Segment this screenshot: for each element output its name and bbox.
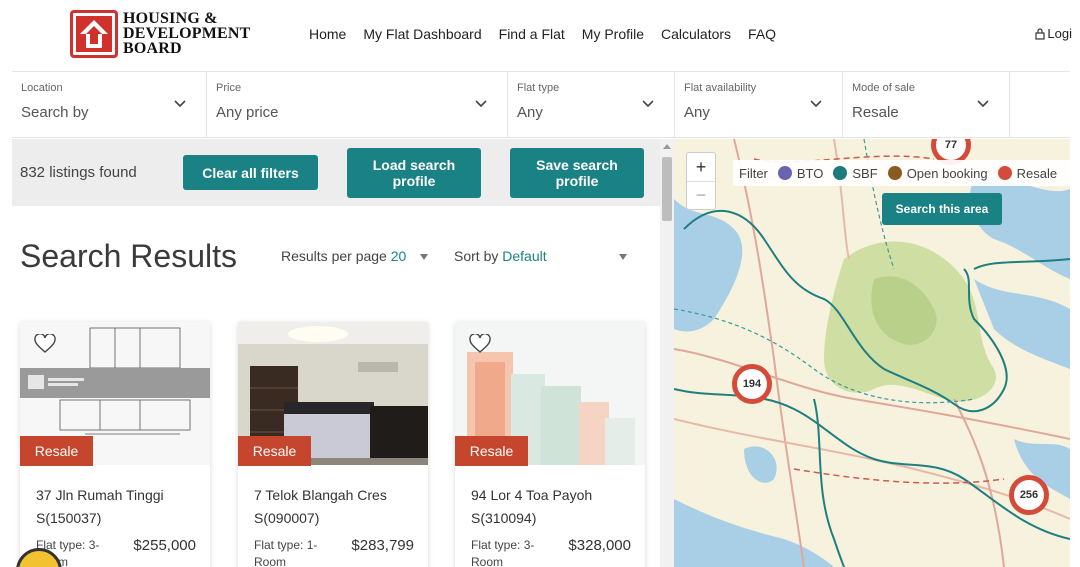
filter-label: Flat type [517, 82, 560, 94]
nav-home[interactable]: Home [309, 26, 346, 42]
clear-filters-button[interactable]: Clear all filters [183, 155, 318, 190]
legend-open-booking[interactable]: Open booking [907, 166, 988, 181]
login-link[interactable]: Logi [1035, 26, 1072, 41]
address-street: 94 Lor 4 Toa Payoh [471, 487, 593, 503]
per-page-value: 20 [390, 248, 407, 264]
listing-flat-type: Flat type: 3- Room [471, 537, 551, 567]
chevron-down-icon [475, 100, 487, 108]
listing-card[interactable]: Resale 7 Telok Blangah Cres S(090007) Fl… [238, 322, 428, 567]
address-postal: S(310094) [471, 510, 537, 526]
filter-mode-of-sale[interactable]: Mode of sale Resale [843, 72, 1010, 137]
filter-label: Flat availability [684, 82, 757, 94]
chevron-down-icon [977, 100, 989, 108]
sort-by-select[interactable]: Sort by Default [454, 248, 627, 264]
listing-flat-type: Flat type: 1- Room [254, 537, 334, 567]
chevron-down-icon [642, 100, 654, 108]
nav-my-profile[interactable]: My Profile [582, 26, 644, 42]
heart-icon[interactable] [469, 334, 491, 354]
filter-label: Price [216, 82, 242, 94]
listing-address: 37 Jln Rumah Tinggi S(150037) [36, 484, 206, 530]
filter-flat-availability[interactable]: Flat availability Any [675, 72, 843, 137]
nav-my-flat-dashboard[interactable]: My Flat Dashboard [363, 26, 481, 42]
legend-bto[interactable]: BTO [797, 166, 824, 181]
address-street: 37 Jln Rumah Tinggi [36, 487, 164, 503]
caret-down-icon [618, 254, 627, 261]
legend-sbf[interactable]: SBF [852, 166, 877, 181]
logo-line-1: HOUSING & [123, 10, 218, 27]
page-title: Search Results [20, 238, 237, 274]
logo-line-2: DEVELOPMENT [123, 25, 251, 42]
per-page-label: Results per page [281, 248, 387, 264]
nav-faq[interactable]: FAQ [748, 26, 776, 42]
listing-card[interactable]: Resale 94 Lor 4 Toa Payoh S(310094) Flat… [455, 322, 645, 567]
lock-icon [1035, 27, 1046, 40]
filter-flat-type[interactable]: Flat type Any [508, 72, 675, 137]
map-filter-legend: Filter BTO SBF Open booking Resale [733, 160, 1070, 186]
listing-address: 7 Telok Blangah Cres S(090007) [254, 484, 424, 530]
sort-value: Default [502, 248, 547, 264]
heart-icon[interactable] [34, 334, 56, 354]
results-per-page-select[interactable]: Results per page 20 [281, 248, 429, 264]
load-search-profile-button[interactable]: Load search profile [347, 148, 481, 198]
flat-type-cont: Room [254, 555, 287, 567]
listings-count: 832 listings found [20, 164, 137, 181]
listing-price: $283,799 [351, 537, 414, 554]
save-search-profile-button[interactable]: Save search profile [510, 148, 644, 198]
legend-resale[interactable]: Resale [1017, 166, 1057, 181]
nav-find-a-flat[interactable]: Find a Flat [499, 26, 565, 42]
filter-location[interactable]: Location Search by [12, 72, 207, 137]
resale-badge: Resale [455, 436, 528, 466]
sort-label: Sort by [454, 248, 499, 264]
login-label: Logi [1047, 26, 1072, 41]
open-booking-dot-icon[interactable] [887, 166, 902, 180]
bto-dot-icon[interactable] [777, 166, 792, 180]
scroll-up-icon[interactable] [663, 144, 671, 149]
listing-price: $328,000 [568, 537, 631, 554]
listing-toolbar: 832 listings found Clear all filters Loa… [12, 139, 660, 206]
resale-badge: Resale [238, 436, 311, 466]
filter-label: Location [21, 82, 63, 94]
resale-dot-icon[interactable] [997, 166, 1012, 180]
filter-bar: Location Search by Price Any price Flat … [12, 71, 1070, 138]
filter-value: Any price [216, 104, 279, 121]
flat-type-line: Flat type: 1- [254, 538, 318, 552]
flat-type-cont: Room [471, 555, 504, 567]
map-cluster[interactable]: 194 [732, 364, 772, 404]
address-street: 7 Telok Blangah Cres [254, 487, 387, 503]
listings-map[interactable]: 77 194 256 [674, 139, 1070, 567]
flat-type-line: Flat type: 3- [471, 538, 535, 552]
site-header: HOUSING & DEVELOPMENT BOARD Home My Flat… [0, 0, 1080, 70]
address-postal: S(150037) [36, 510, 102, 526]
listing-card[interactable]: Resale 37 Jln Rumah Tinggi S(150037) Fla… [20, 322, 210, 567]
nav-calculators[interactable]: Calculators [661, 26, 731, 42]
search-this-area-button[interactable]: Search this area [882, 193, 1002, 225]
filter-label: Mode of sale [852, 82, 915, 94]
logo-line-3: BOARD [123, 40, 182, 57]
logo-wordmark[interactable]: HOUSING & DEVELOPMENT BOARD [123, 10, 251, 57]
zoom-in-button[interactable]: + [687, 153, 715, 181]
chevron-down-icon [174, 100, 186, 108]
zoom-out-button[interactable]: − [687, 181, 715, 209]
main-nav: Home My Flat Dashboard Find a Flat My Pr… [309, 26, 793, 42]
scrollbar-thumb[interactable] [662, 157, 672, 221]
filter-price[interactable]: Price Any price [207, 72, 508, 137]
hdb-logo-icon[interactable] [70, 10, 118, 58]
map-zoom-control: + − [686, 152, 716, 210]
sbf-dot-icon[interactable] [833, 166, 848, 180]
chevron-down-icon [810, 100, 822, 108]
resale-badge: Resale [20, 436, 93, 466]
map-cluster[interactable]: 256 [1009, 475, 1049, 515]
listing-address: 94 Lor 4 Toa Payoh S(310094) [471, 484, 641, 530]
legend-filter-label: Filter [739, 165, 768, 181]
listing-price: $255,000 [133, 537, 196, 554]
caret-down-icon [420, 254, 429, 261]
address-postal: S(090007) [254, 510, 320, 526]
